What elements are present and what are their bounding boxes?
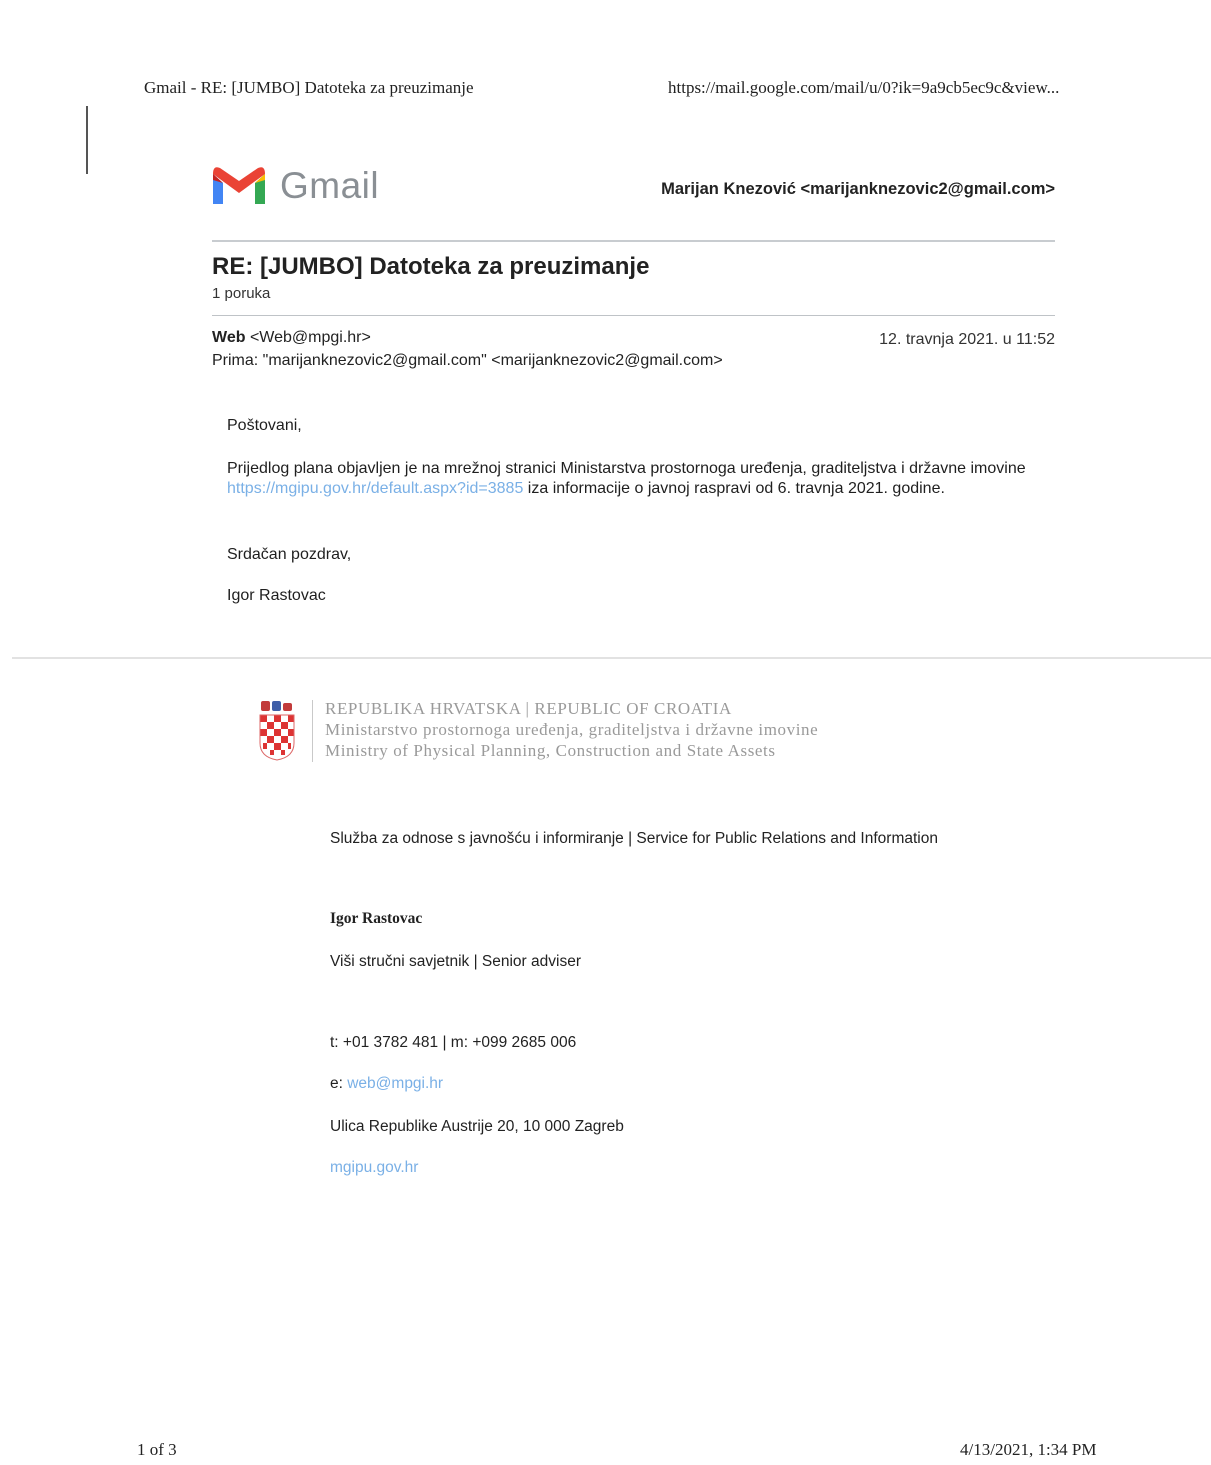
header-rule (212, 240, 1055, 242)
page-number: 1 of 3 (137, 1440, 177, 1459)
ministry-line-2: Ministarstvo prostornoga uređenja, gradi… (325, 720, 819, 739)
email-label: e: (330, 1075, 348, 1092)
sender-name: Web (212, 329, 246, 346)
ministry-line-1: REPUBLIKA HRVATSKA | REPUBLIC OF CROATIA (325, 699, 732, 718)
signature-title: Viši stručni savjetnik | Senior adviser (330, 953, 581, 970)
email-link[interactable]: web@mpgi.hr (347, 1075, 443, 1092)
thread-subject: RE: [JUMBO] Datoteka za preuzimanje (212, 253, 650, 280)
subject-rule (212, 315, 1055, 316)
croatian-coat-of-arms-icon (259, 701, 295, 761)
print-datetime: 4/13/2021, 1:34 PM (960, 1440, 1097, 1459)
paragraph-text-start: Prijedlog plana objavljen je na mrežnoj … (227, 460, 1026, 477)
scan-artifact-line (86, 106, 88, 174)
signature-name: Igor Rastovac (330, 910, 423, 927)
account-name: Marijan Knezović <marijanknezovic2@gmail… (661, 180, 1055, 198)
signature-email: e: web@mpgi.hr (330, 1075, 443, 1093)
signature-phone: t: +01 3782 481 | m: +099 2685 006 (330, 1034, 577, 1051)
sender-email: <Web@mpgi.hr> (249, 329, 371, 346)
message-count: 1 poruka (212, 285, 271, 302)
signer-name: Igor Rastovac (227, 587, 326, 604)
closing: Srdačan pozdrav, (227, 546, 352, 563)
ministry-page-link[interactable]: https://mgipu.gov.hr/default.aspx?id=388… (227, 480, 523, 497)
page-divider (12, 657, 1211, 659)
greeting: Poštovani, (227, 417, 302, 434)
print-header-title: Gmail - RE: [JUMBO] Datoteka za preuzima… (144, 78, 474, 97)
sender: Web <Web@mpgi.hr> (212, 329, 371, 347)
message-paragraph: Prijedlog plana objavljen je na mrežnoj … (227, 459, 1047, 499)
gmail-m-icon (213, 167, 265, 204)
ministry-logo-text: REPUBLIKA HRVATSKA | REPUBLIC OF CROATIA… (325, 698, 818, 761)
logo-separator (312, 700, 313, 762)
recipient-line: Prima: "marijanknezovic2@gmail.com" <mar… (212, 352, 723, 369)
signature-address: Ulica Republike Austrije 20, 10 000 Zagr… (330, 1118, 624, 1135)
service-name: Služba za odnose s javnošću i informiran… (330, 830, 938, 847)
paragraph-text-end: iza informacije o javnoj raspravi od 6. … (523, 480, 945, 497)
website-link[interactable]: mgipu.gov.hr (330, 1159, 418, 1177)
message-date: 12. travnja 2021. u 11:52 (879, 331, 1055, 348)
gmail-logo[interactable]: Gmail (210, 165, 380, 206)
print-header-url: https://mail.google.com/mail/u/0?ik=9a9c… (668, 78, 1060, 97)
gmail-wordmark: Gmail (280, 165, 380, 206)
ministry-line-3: Ministry of Physical Planning, Construct… (325, 741, 776, 760)
